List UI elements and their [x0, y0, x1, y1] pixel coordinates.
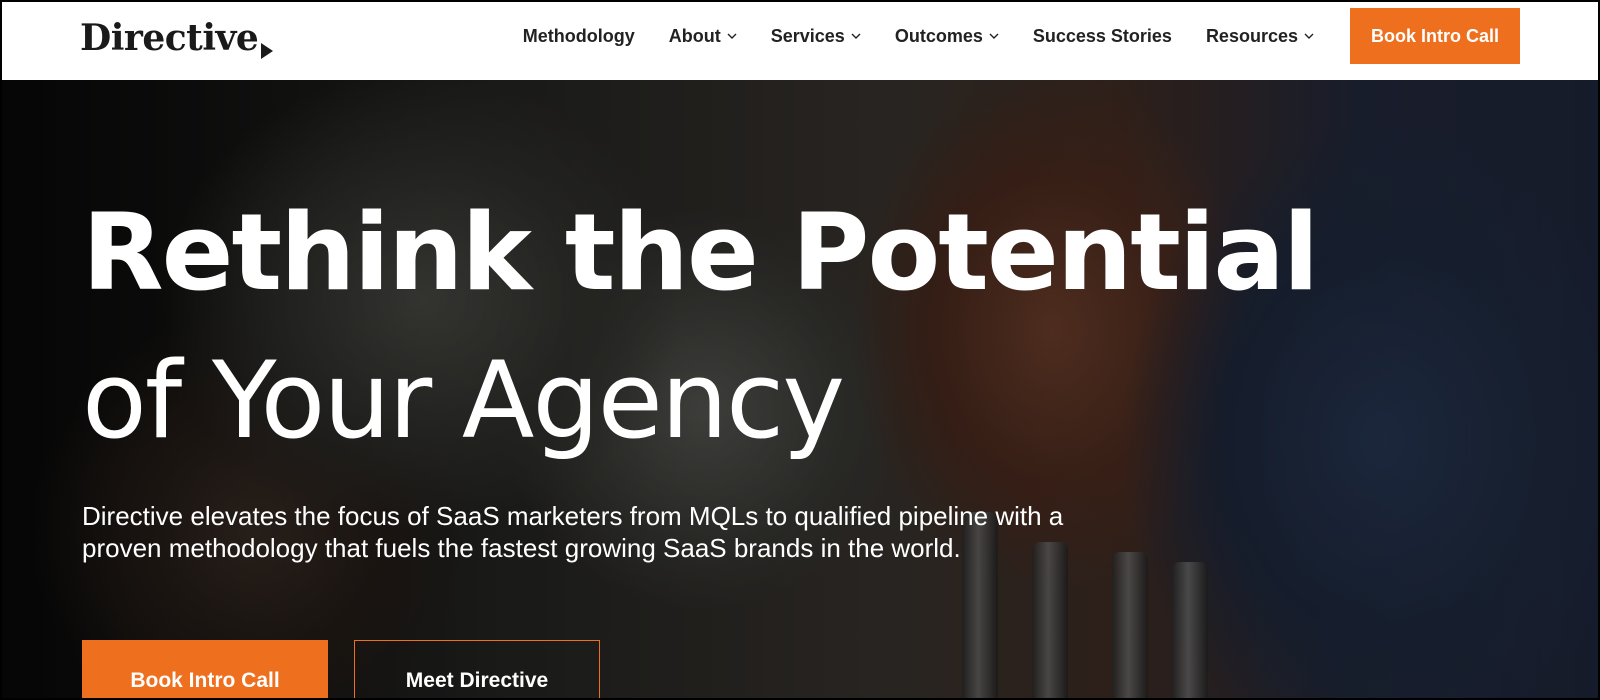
- hero-book-intro-call-button[interactable]: Book Intro Call: [82, 640, 328, 698]
- nav-item-label: Methodology: [522, 25, 635, 46]
- nav-item-label: Resources: [1205, 25, 1298, 46]
- chevron-down-icon: [727, 33, 737, 39]
- nav-item-label: Services: [770, 25, 845, 46]
- nav-item-label: Success Stories: [1032, 25, 1172, 46]
- logo-arrow-icon: [261, 43, 274, 59]
- page-frame: Directive Methodology About Services Out…: [0, 0, 1600, 700]
- hero-subtext: Directive elevates the focus of SaaS mar…: [82, 501, 1064, 563]
- brand-logo-text: Directive: [80, 17, 259, 59]
- chevron-down-icon: [851, 33, 861, 39]
- nav-item-label: Outcomes: [894, 25, 983, 46]
- chevron-down-icon: [1304, 33, 1314, 39]
- hero-section: Rethink the Potential of Your Agency Dir…: [2, 80, 1598, 698]
- nav-item-services[interactable]: Services: [771, 26, 861, 47]
- meet-directive-button[interactable]: Meet Directive: [354, 640, 600, 698]
- nav-item-about[interactable]: About: [669, 26, 737, 47]
- main-nav: Methodology About Services Outcomes Succ…: [523, 2, 1520, 70]
- hero-headline-line-1: Rethink the Potential: [82, 191, 1319, 314]
- site-header: Directive Methodology About Services Out…: [2, 2, 1598, 80]
- nav-item-methodology[interactable]: Methodology: [523, 26, 635, 47]
- header-book-intro-call-button[interactable]: Book Intro Call: [1350, 8, 1520, 64]
- nav-item-outcomes[interactable]: Outcomes: [895, 26, 999, 47]
- nav-item-success-stories[interactable]: Success Stories: [1033, 26, 1172, 47]
- nav-item-label: About: [668, 25, 721, 46]
- hero-headline: Rethink the Potential of Your Agency: [82, 200, 1482, 454]
- hero-headline-line-2: of Your Agency: [82, 339, 845, 462]
- chevron-down-icon: [989, 33, 999, 39]
- brand-logo[interactable]: Directive: [80, 10, 274, 59]
- nav-item-resources[interactable]: Resources: [1206, 26, 1314, 47]
